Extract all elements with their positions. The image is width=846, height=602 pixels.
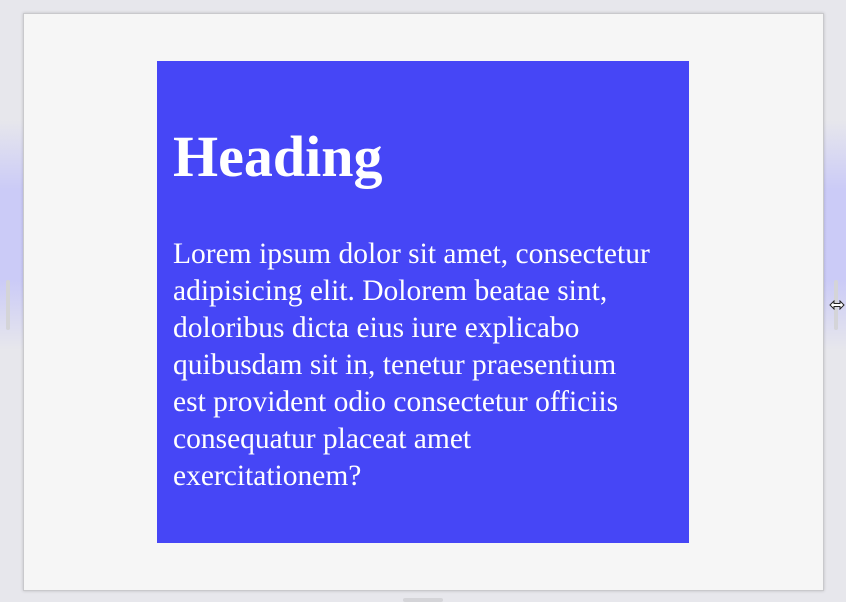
content-card: Heading Lorem ipsum dolor sit amet, cons… [157,61,689,543]
left-resize-bar[interactable] [6,280,10,330]
preview-frame: Heading Lorem ipsum dolor sit amet, cons… [23,13,824,591]
horizontal-resize-arrow [829,300,845,310]
horizontal-resize-icon[interactable] [828,296,846,314]
card-heading: Heading [173,124,383,189]
bottom-resize-bar[interactable] [403,598,443,602]
card-paragraph: Lorem ipsum dolor sit amet, consectetur … [173,238,650,492]
